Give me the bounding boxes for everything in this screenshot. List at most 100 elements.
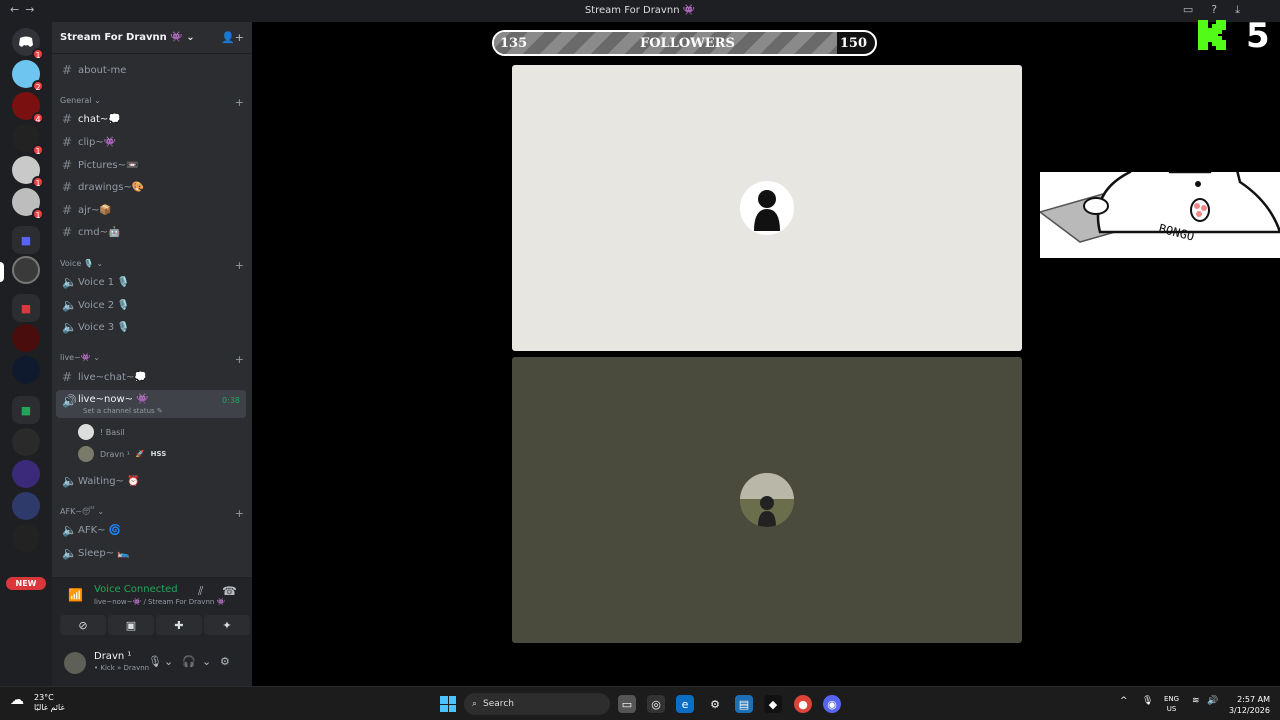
category-voice[interactable]: Voice 🎙️ ⌄ +: [60, 259, 244, 272]
soundboard-button[interactable]: ✦: [204, 615, 250, 635]
download-icon[interactable]: ⤓: [1235, 3, 1240, 17]
channel-pictures[interactable]: # Pictures~📼: [56, 155, 246, 175]
channel-chat[interactable]: # chat~💭: [56, 109, 246, 129]
new-badge: NEW: [6, 577, 46, 590]
chrome-icon[interactable]: ●: [794, 695, 812, 713]
noise-suppression-icon[interactable]: ⫽: [198, 584, 203, 599]
screen-share-icon: ▣: [125, 618, 137, 632]
voice-channel-waiting[interactable]: 🔈 Waiting~ ⏰: [56, 471, 246, 491]
unread-badge: 1: [32, 208, 44, 220]
app-icon[interactable]: ◆: [764, 695, 782, 713]
taskbar-search[interactable]: ⌕ Search: [464, 693, 610, 715]
chevron-down-icon[interactable]: ⌄: [202, 655, 211, 668]
channel-clip[interactable]: # clip~👾: [56, 132, 246, 152]
volume-icon[interactable]: 🔊: [1207, 696, 1218, 706]
folder-icon[interactable]: ■: [12, 226, 40, 254]
activities-button[interactable]: ✚: [156, 615, 202, 635]
kick-logo-icon: [1198, 20, 1232, 50]
channel-live-chat[interactable]: # live~chat~💭: [56, 367, 246, 387]
add-channel-icon[interactable]: +: [235, 507, 244, 520]
participant-tile[interactable]: [512, 65, 1022, 351]
speaker-icon: 🔈: [62, 546, 77, 560]
clock[interactable]: 2:57 AM 3/12/2026: [1226, 694, 1270, 716]
unread-badge: 1: [32, 176, 44, 188]
voice-channel-1[interactable]: 🔈 Voice 1 🎙️: [56, 272, 246, 292]
category-afk[interactable]: AFK~😴 ⌄ +: [60, 507, 244, 520]
category-general[interactable]: General ⌄ +: [60, 96, 244, 109]
voice-channel-sleep[interactable]: 🔈 Sleep~ 🛌: [56, 543, 246, 563]
guild-header[interactable]: Stream For Dravnn 👾 ⌄ 👤+: [52, 22, 252, 54]
channel-about-me[interactable]: # about-me: [56, 60, 246, 80]
server-icon[interactable]: 1: [12, 156, 44, 188]
signal-icon[interactable]: 📶: [68, 588, 83, 602]
inbox-icon[interactable]: ▭: [1183, 3, 1193, 17]
voice-channel-live-now[interactable]: 🔊 live~now~ 👾 Set a channel status ✎ 0:38: [56, 390, 246, 418]
server-icon[interactable]: [12, 460, 40, 488]
server-icon-active[interactable]: [12, 256, 40, 284]
server-icon[interactable]: 2: [12, 60, 44, 92]
discord-icon[interactable]: ◉: [823, 695, 841, 713]
user-name[interactable]: Dravn ¹: [94, 651, 131, 662]
followers-label: FOLLOWERS: [640, 36, 735, 51]
voice-user[interactable]: ! Basil: [78, 423, 125, 441]
server-icon[interactable]: [12, 524, 40, 552]
wifi-icon[interactable]: ≋: [1192, 696, 1200, 706]
folder-icon[interactable]: ■: [12, 294, 40, 322]
server-icon[interactable]: [12, 492, 40, 520]
hash-icon: #: [62, 225, 73, 239]
window-title: Stream For Dravnn 👾: [584, 5, 696, 16]
voice-user[interactable]: ! BasilDravn ¹🚀HSS: [78, 445, 166, 463]
start-button[interactable]: [440, 696, 456, 712]
participant-tile[interactable]: [512, 357, 1022, 643]
speaker-icon: 🔊: [62, 394, 77, 408]
server-icon[interactable]: [12, 428, 40, 456]
add-channel-icon[interactable]: +: [235, 353, 244, 366]
microphone-icon[interactable]: 🎙: [1142, 696, 1153, 706]
language-indicator[interactable]: ENG US: [1164, 694, 1179, 714]
avatar: [740, 181, 794, 235]
server-icon[interactable]: [12, 356, 40, 384]
activities-icon: ✚: [174, 618, 184, 632]
headphones-icon[interactable]: 🎧: [182, 655, 196, 668]
edge-icon[interactable]: e: [676, 695, 694, 713]
server-icon[interactable]: 1: [12, 124, 44, 156]
soundboard-icon: ✦: [222, 618, 232, 632]
server-icon[interactable]: 4: [12, 92, 44, 124]
chevron-up-icon[interactable]: ^: [1120, 696, 1128, 706]
disconnect-icon[interactable]: ☎: [222, 584, 237, 598]
screen-share-button[interactable]: ▣: [108, 615, 154, 635]
followers-goal-bar: 135 FOLLOWERS 150: [492, 30, 877, 56]
settings-icon[interactable]: ⚙: [706, 695, 724, 713]
folder-icon[interactable]: ■: [12, 396, 40, 424]
server-icon[interactable]: 1: [12, 188, 44, 220]
task-view-icon[interactable]: ▭: [618, 695, 636, 713]
microphone-icon[interactable]: 🎙: [148, 655, 162, 668]
help-icon[interactable]: ?: [1211, 3, 1217, 17]
server-icon[interactable]: [12, 324, 40, 352]
avatar[interactable]: [64, 652, 86, 674]
app-icon[interactable]: ◎: [647, 695, 665, 713]
discord-home-icon[interactable]: 1: [12, 28, 44, 60]
voice-channel-afk[interactable]: 🔈 AFK~ 🌀: [56, 520, 246, 540]
voice-channel-2[interactable]: 🔈 Voice 2 🎙️: [56, 295, 246, 315]
gear-icon[interactable]: ⚙: [220, 655, 230, 668]
user-status: • Kick » Dravnn: [94, 664, 150, 672]
channel-drawings[interactable]: # drawings~🎨: [56, 177, 246, 197]
store-icon[interactable]: ▤: [735, 695, 753, 713]
add-channel-icon[interactable]: +: [235, 259, 244, 272]
voice-connected-subtitle[interactable]: live~now~👾 / Stream For Dravnn 👾: [94, 598, 225, 606]
voice-connected-title[interactable]: Voice Connected: [94, 584, 178, 595]
hash-icon: #: [62, 180, 73, 194]
invite-icon[interactable]: 👤+: [221, 31, 244, 44]
window-titlebar: ←→ Stream For Dravnn 👾 ▭ ? ⤓: [0, 0, 1280, 22]
category-live[interactable]: live~👾 ⌄ +: [60, 353, 244, 366]
voice-timer: 0:38: [222, 396, 240, 405]
channel-cmd[interactable]: # cmd~🤖: [56, 222, 246, 242]
add-channel-icon[interactable]: +: [235, 96, 244, 109]
camera-button[interactable]: ⊘: [60, 615, 106, 635]
voice-channel-3[interactable]: 🔈 Voice 3 🎙️: [56, 317, 246, 337]
hash-icon: #: [62, 158, 73, 172]
channel-ajr[interactable]: # ajr~📦: [56, 200, 246, 220]
channel-status[interactable]: Set a channel status ✎: [83, 407, 163, 415]
chevron-down-icon[interactable]: ⌄: [164, 655, 173, 668]
